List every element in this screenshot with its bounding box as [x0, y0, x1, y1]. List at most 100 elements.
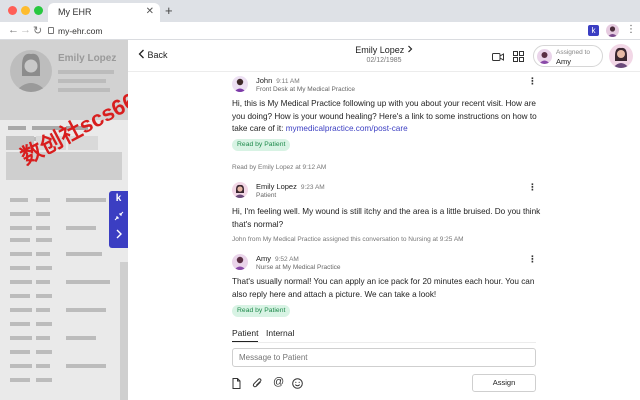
- sender-role: Patient: [256, 192, 277, 199]
- sender-avatar: [232, 182, 248, 198]
- minimize-window-dot[interactable]: [21, 6, 30, 15]
- sender-name-text: Amy: [256, 254, 271, 263]
- placeholder-bar: [36, 252, 50, 256]
- document-icon[interactable]: [232, 378, 241, 392]
- kindly-extension-icon[interactable]: k: [588, 25, 599, 36]
- ehr-avatar: [10, 50, 52, 92]
- message-time: 9:11 AM: [276, 78, 300, 85]
- message-menu-icon[interactable]: ⋮: [528, 182, 537, 193]
- tab-title: My EHR: [58, 7, 92, 17]
- placeholder-bar: [66, 252, 102, 256]
- message-menu-icon[interactable]: ⋮: [528, 76, 537, 87]
- placeholder-bar: [58, 79, 106, 83]
- message-time: 9:23 AM: [300, 184, 325, 191]
- placeholder-bar: [36, 266, 52, 270]
- placeholder-bar: [36, 350, 52, 354]
- new-tab-icon[interactable]: +: [165, 3, 173, 18]
- sender-name: Emily Lopez 9:23 AM: [256, 182, 325, 191]
- placeholder-bar: [36, 364, 50, 368]
- placeholder-bar: [36, 226, 50, 230]
- url-text[interactable]: my-ehr.com: [58, 26, 102, 36]
- read-status-badge: Read by Patient: [232, 305, 291, 317]
- back-arrow-icon[interactable]: ←: [8, 24, 19, 36]
- placeholder-bar: [10, 266, 30, 270]
- reload-icon[interactable]: ↻: [33, 24, 42, 37]
- placeholder-bar: [10, 252, 32, 256]
- tab-patient[interactable]: Patient: [232, 328, 259, 342]
- browser-tab[interactable]: My EHR ✕: [48, 3, 160, 22]
- assignee-name: Amy: [556, 57, 571, 66]
- placeholder-bar: [10, 198, 28, 202]
- maximize-window-dot[interactable]: [34, 6, 43, 15]
- placeholder-block: [120, 262, 128, 400]
- ehr-patient-name: Emily Lopez: [58, 53, 117, 64]
- placeholder-bar: [10, 336, 32, 340]
- message-input[interactable]: [232, 348, 536, 367]
- placeholder-bar: [10, 308, 32, 312]
- chevron-right-icon[interactable]: [109, 229, 128, 242]
- placeholder-bar: [58, 70, 114, 74]
- placeholder-bar: [10, 212, 30, 216]
- read-receipt-line: Read by Emily Lopez at 9:12 AM: [232, 164, 327, 171]
- paperclip-icon[interactable]: [252, 378, 263, 392]
- placeholder-bar: [66, 198, 106, 202]
- placeholder-bar: [66, 280, 110, 284]
- sender-avatar: [232, 76, 248, 92]
- profile-avatar[interactable]: [606, 24, 619, 37]
- placeholder-bar: [36, 212, 50, 216]
- placeholder-bar: [36, 198, 50, 202]
- tabs-divider: [232, 342, 536, 343]
- lock-icon: [48, 27, 54, 34]
- placeholder-bar: [36, 322, 52, 326]
- tab-close-icon[interactable]: ✕: [146, 6, 154, 17]
- chevron-right-icon: [407, 45, 413, 53]
- sender-name: Amy 9:52 AM: [256, 254, 299, 263]
- message-text: Hi, I'm feeling well. My wound is still …: [232, 207, 541, 229]
- close-window-dot[interactable]: [8, 6, 17, 15]
- patient-avatar[interactable]: [609, 44, 633, 68]
- address-bar: ← → ↻ my-ehr.com k ⋮: [0, 22, 640, 40]
- tab-internal[interactable]: Internal: [266, 328, 294, 338]
- post-care-link[interactable]: mymedicalpractice.com/post-care: [286, 124, 408, 133]
- forward-arrow-icon[interactable]: →: [20, 24, 31, 36]
- placeholder-bar: [10, 378, 30, 382]
- placeholder-bar: [10, 364, 32, 368]
- patient-name-text: Emily Lopez: [355, 45, 405, 55]
- assignment-line: John from My Medical Practice assigned t…: [232, 236, 464, 243]
- sender-avatar: [232, 254, 248, 270]
- placeholder-bar: [58, 88, 110, 92]
- placeholder-bar: [66, 336, 96, 340]
- mention-icon[interactable]: @: [273, 376, 284, 388]
- emoji-icon[interactable]: [292, 378, 303, 392]
- conversation-header: Back Emily Lopez 02/12/1985 Assigned to …: [128, 40, 640, 72]
- placeholder-bar: [36, 238, 52, 242]
- sender-name: John 9:11 AM: [256, 76, 300, 85]
- video-call-icon[interactable]: [492, 49, 504, 67]
- placeholder-bar: [10, 226, 32, 230]
- message-menu-icon[interactable]: ⋮: [528, 254, 537, 265]
- conversation-panel: Back Emily Lopez 02/12/1985 Assigned to …: [128, 40, 640, 400]
- placeholder-bar: [66, 364, 106, 368]
- message-text: Hi, this is My Medical Practice followin…: [232, 98, 542, 136]
- placeholder-bar: [36, 280, 50, 284]
- grid-icon[interactable]: [513, 49, 524, 67]
- assign-button[interactable]: Assign: [472, 374, 536, 392]
- collapse-arrows-icon[interactable]: [109, 211, 128, 224]
- placeholder-bar: [10, 322, 30, 326]
- kindly-widget[interactable]: k: [109, 191, 128, 248]
- sender-name-text: Emily Lopez: [256, 182, 297, 191]
- placeholder-bar: [10, 294, 30, 298]
- placeholder-bar: [10, 238, 30, 242]
- placeholder-bar: [10, 280, 32, 284]
- placeholder-bar: [66, 226, 96, 230]
- placeholder-bar: [66, 308, 106, 312]
- message-item: Amy 9:52 AM Nurse at My Medical Practice …: [232, 254, 537, 324]
- assigned-to-chip[interactable]: Assigned to Amy: [533, 45, 603, 67]
- sender-role: Front Desk at My Medical Practice: [256, 86, 355, 93]
- placeholder-bar: [36, 294, 52, 298]
- browser-tabbar: My EHR ✕ +: [0, 0, 640, 22]
- placeholder-bar: [36, 378, 52, 382]
- browser-menu-icon[interactable]: ⋮: [626, 24, 636, 35]
- kindly-logo[interactable]: k: [109, 193, 128, 204]
- assignee-avatar: [537, 49, 552, 64]
